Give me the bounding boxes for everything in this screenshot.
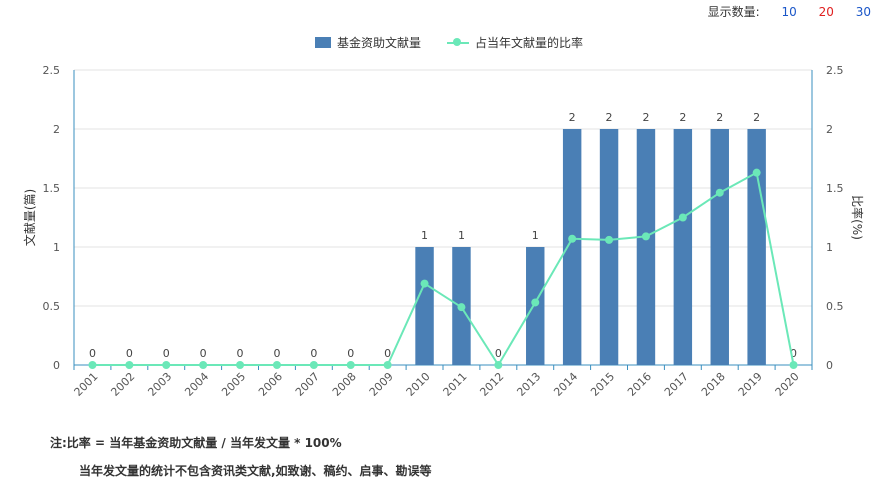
y-tick-label-left: 0 [53, 359, 60, 372]
bar-data-label: 0 [273, 347, 280, 360]
y-tick-label-left: 2 [53, 123, 60, 136]
y-tick-label-left: 1.5 [43, 182, 61, 195]
x-tick-label: 2013 [514, 370, 543, 399]
y-tick-label-left: 2.5 [43, 64, 61, 77]
x-tick-label: 2006 [256, 370, 285, 399]
ratio-point [162, 361, 171, 369]
x-tick-label: 2018 [699, 370, 728, 399]
y-axis-title-right: 比率(%) [850, 195, 865, 240]
x-tick-label: 2002 [108, 370, 137, 399]
x-tick-label: 2009 [367, 370, 396, 399]
y-tick-label-right: 2.5 [826, 64, 844, 77]
bar-data-label: 0 [200, 347, 207, 360]
x-tick-label: 2012 [477, 370, 506, 399]
x-tick-label: 2017 [662, 370, 691, 399]
y-tick-label-right: 0 [826, 359, 833, 372]
x-tick-label: 2014 [551, 370, 580, 399]
ratio-point [420, 279, 429, 288]
y-tick-label-left: 1 [53, 241, 60, 254]
note-exclusion: 当年发文量的统计不包含资讯类文献,如致谢、稿约、启事、勘误等 [79, 464, 432, 478]
y-tick-label-right: 1 [826, 241, 833, 254]
x-tick-label: 2010 [404, 370, 433, 399]
y-axis-title-left: 文献量(篇) [22, 189, 37, 246]
x-tick-label: 2001 [72, 370, 101, 399]
bar [710, 129, 729, 365]
bar-data-label: 2 [606, 111, 613, 124]
x-tick-label: 2008 [330, 370, 359, 399]
bar-data-label: 0 [310, 347, 317, 360]
bar-data-label: 0 [495, 347, 502, 360]
x-tick-label: 2005 [219, 370, 248, 399]
x-tick-label: 2016 [625, 370, 654, 399]
bar-data-label: 1 [458, 229, 465, 242]
bar-data-label: 0 [126, 347, 133, 360]
ratio-point [752, 168, 761, 177]
bar-data-label: 0 [347, 347, 354, 360]
ratio-point [641, 232, 650, 241]
bar-data-label: 1 [532, 229, 539, 242]
ratio-point [88, 361, 97, 369]
ratio-point [715, 188, 724, 197]
bar-data-label: 2 [569, 111, 576, 124]
x-tick-label: 2003 [145, 370, 174, 399]
y-tick-label-right: 1.5 [826, 182, 844, 195]
ratio-point [383, 361, 392, 369]
ratio-point [199, 361, 208, 369]
bar [636, 129, 656, 365]
x-tick-label: 2019 [736, 370, 765, 399]
bar-data-label: 0 [237, 347, 244, 360]
ratio-point [236, 361, 245, 369]
bar-data-label: 2 [642, 111, 649, 124]
ratio-point [494, 361, 503, 369]
ratio-point [789, 361, 798, 369]
y-tick-label-right: 0.5 [826, 300, 844, 313]
bar-data-label: 0 [89, 347, 96, 360]
x-tick-label: 2020 [773, 370, 802, 399]
bar-data-label: 2 [753, 111, 760, 124]
y-tick-label-left: 0.5 [43, 300, 61, 313]
x-tick-label: 2004 [182, 370, 211, 399]
ratio-point [678, 213, 687, 222]
x-tick-label: 2007 [293, 370, 322, 399]
bar-data-label: 2 [716, 111, 723, 124]
combo-chart: 0 00.5 0.51 11.5 1.52 22.5 2.5文献量(篇) 比率(%)2001 2… [22, 64, 865, 399]
bar [673, 129, 693, 365]
ratio-point [568, 234, 577, 243]
y-tick-label-right: 2 [826, 123, 833, 136]
x-tick-label: 2011 [441, 370, 470, 399]
bar [415, 247, 434, 365]
ratio-point [272, 361, 281, 369]
bar-data-label: 0 [163, 347, 170, 360]
ratio-point [346, 361, 355, 369]
ratio-point [125, 361, 134, 369]
bar [747, 129, 766, 365]
x-tick-label: 2015 [588, 370, 617, 399]
ratio-point [531, 298, 540, 307]
bar [599, 129, 619, 365]
ratio-point [605, 235, 614, 244]
note-ratio-formula: 注:比率 = 当年基金资助文献量 / 当年发文量 * 100% [50, 436, 342, 450]
ratio-point [309, 361, 318, 369]
bar [562, 129, 582, 365]
bar-data-label: 2 [679, 111, 686, 124]
ratio-point [457, 303, 466, 312]
bar-data-label: 1 [421, 229, 428, 242]
